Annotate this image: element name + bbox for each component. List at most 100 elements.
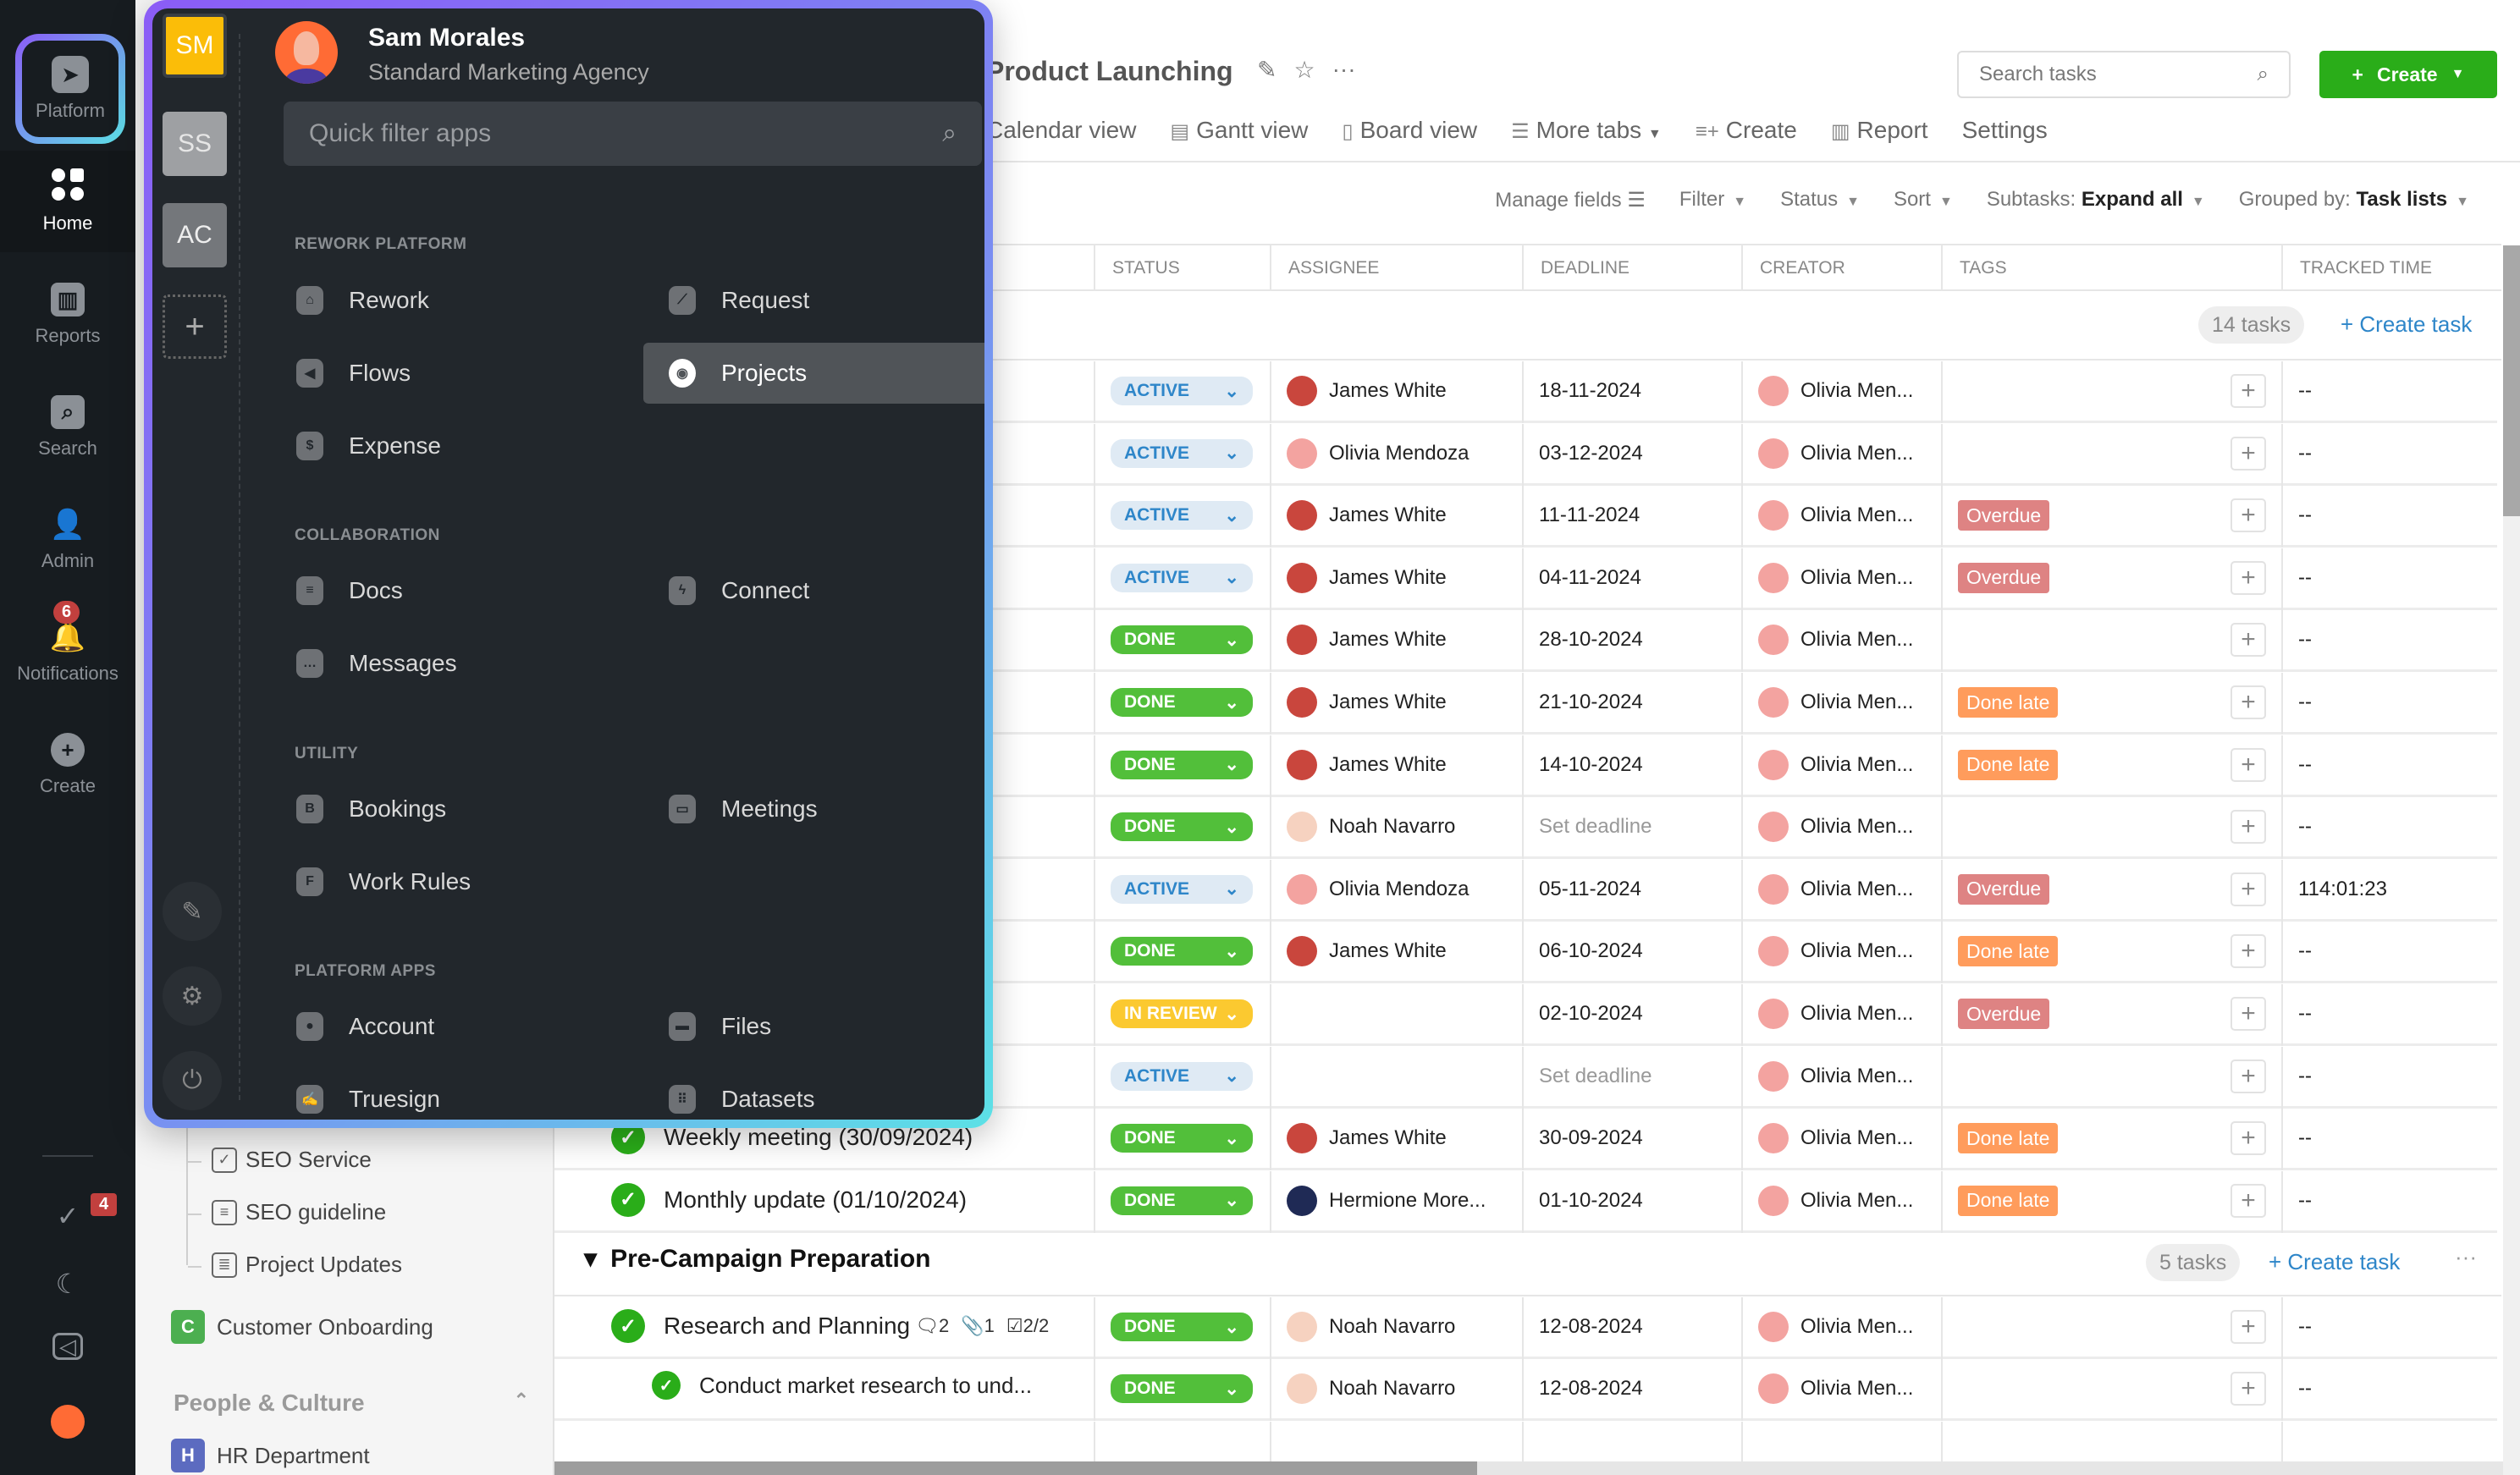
add-tag-button[interactable]: +: [2231, 872, 2266, 906]
assignee-cell[interactable]: Olivia Mendoza: [1287, 860, 1469, 919]
deadline-cell[interactable]: Set deadline: [1539, 1047, 1652, 1106]
add-tag-button[interactable]: +: [2231, 623, 2266, 658]
app-item-connect[interactable]: ϟ Connect: [643, 560, 809, 621]
deadline-cell[interactable]: Set deadline: [1539, 797, 1652, 856]
app-item-meetings[interactable]: ▭ Meetings: [643, 779, 818, 839]
deadline-cell[interactable]: 01-10-2024: [1539, 1171, 1643, 1230]
deadline-cell[interactable]: 12-08-2024: [1539, 1297, 1643, 1357]
grouped-by-dropdown[interactable]: Grouped by: Task lists ▼: [2239, 188, 2469, 212]
nav-item-platform[interactable]: ➤ Platform: [15, 34, 125, 144]
assignee-cell[interactable]: James White: [1287, 548, 1447, 608]
scroll-thumb[interactable]: [554, 1461, 1477, 1475]
add-tag-button[interactable]: +: [2231, 934, 2266, 969]
workspace-ac[interactable]: AC: [163, 203, 227, 267]
status-dropdown[interactable]: ACTIVE ⌄: [1111, 501, 1253, 531]
assignee-cell[interactable]: James White: [1287, 673, 1447, 732]
assignee-cell[interactable]: James White: [1287, 735, 1447, 795]
tag-badge[interactable]: Overdue: [1958, 500, 2050, 531]
status-dropdown[interactable]: DONE ⌄: [1111, 688, 1253, 717]
assignee-cell[interactable]: James White: [1287, 486, 1447, 545]
create-button[interactable]: + Create ▼: [2319, 51, 2497, 98]
check-circle-icon[interactable]: ✓: [611, 1309, 645, 1343]
create-task-link[interactable]: + Create task: [2269, 1249, 2400, 1275]
check-circle-icon[interactable]: ✓: [652, 1371, 681, 1400]
tag-badge[interactable]: Overdue: [1958, 999, 2050, 1029]
tab-create[interactable]: ≡+ Create: [1696, 117, 1797, 144]
add-tag-button[interactable]: +: [2231, 560, 2266, 595]
tag-badge[interactable]: Done late: [1958, 687, 2059, 718]
status-dropdown[interactable]: DONE ⌄: [1111, 1313, 1253, 1341]
nav-item-reports[interactable]: ▥ Reports: [0, 264, 135, 366]
vertical-scrollbar[interactable]: [2503, 245, 2520, 1475]
app-item-bookings[interactable]: B Bookings: [271, 779, 446, 839]
deadline-cell[interactable]: 30-09-2024: [1539, 1109, 1643, 1168]
deadline-cell[interactable]: 11-11-2024: [1539, 486, 1640, 545]
status-dropdown[interactable]: DONE ⌄: [1111, 625, 1253, 655]
add-tag-button[interactable]: +: [2231, 436, 2266, 471]
add-tag-button[interactable]: +: [2231, 374, 2266, 408]
assignee-cell[interactable]: Noah Navarro: [1287, 1359, 1455, 1418]
app-item-docs[interactable]: ≡ Docs: [271, 560, 403, 621]
add-tag-button[interactable]: +: [2231, 685, 2266, 719]
add-tag-button[interactable]: +: [2231, 1183, 2266, 1218]
assignee-cell[interactable]: Noah Navarro: [1287, 1297, 1455, 1357]
project-hr-department[interactable]: H HR Department: [171, 1439, 370, 1472]
column-header-tracked-time[interactable]: TRACKED TIME: [2281, 245, 2501, 291]
gear-icon[interactable]: ⚙: [163, 966, 222, 1026]
assignee-cell[interactable]: James White: [1287, 361, 1447, 421]
app-item-projects[interactable]: ◉ Projects: [643, 343, 984, 404]
moon-icon[interactable]: ☾: [49, 1265, 86, 1302]
deadline-cell[interactable]: 21-10-2024: [1539, 673, 1643, 732]
nav-item-search[interactable]: ⌕ Search: [0, 377, 135, 478]
tree-item-seo-guideline[interactable]: ≡ SEO guideline: [212, 1199, 386, 1225]
status-dropdown[interactable]: DONE ⌄: [1111, 750, 1253, 779]
more-icon[interactable]: ···: [1332, 56, 1356, 84]
search-tasks-input[interactable]: Search tasks ⌕: [1957, 51, 2291, 98]
group-header[interactable]: ▾ Pre-Campaign Preparation: [584, 1244, 931, 1274]
status-dropdown[interactable]: DONE ⌄: [1111, 937, 1253, 966]
tasks-check-icon[interactable]: ✓: [49, 1197, 86, 1235]
tab-gantt-view[interactable]: ▤ Gantt view: [1170, 117, 1308, 144]
app-item-datasets[interactable]: ⠿ Datasets: [643, 1069, 815, 1120]
workspace-ss[interactable]: SS: [163, 112, 227, 176]
add-tag-button[interactable]: +: [2231, 498, 2266, 533]
deadline-cell[interactable]: 02-10-2024: [1539, 984, 1643, 1043]
tag-badge[interactable]: Done late: [1958, 749, 2059, 780]
tag-badge[interactable]: Overdue: [1958, 873, 2050, 905]
status-dropdown[interactable]: Status ▼: [1780, 188, 1860, 212]
nav-item-admin[interactable]: 👤 Admin: [0, 489, 135, 591]
user-avatar[interactable]: [51, 1405, 85, 1439]
sort-dropdown[interactable]: Sort ▼: [1894, 188, 1953, 212]
deadline-cell[interactable]: 03-12-2024: [1539, 424, 1643, 483]
assignee-cell[interactable]: James White: [1287, 1109, 1447, 1168]
column-header-creator[interactable]: CREATOR: [1741, 245, 1941, 291]
app-item-account[interactable]: ● Account: [271, 996, 434, 1057]
status-dropdown[interactable]: ACTIVE ⌄: [1111, 874, 1253, 904]
assignee-cell[interactable]: Hermione More...: [1287, 1171, 1486, 1230]
app-item-truesign[interactable]: ✍ Truesign: [271, 1069, 440, 1120]
create-task-link[interactable]: + Create task: [2341, 311, 2472, 338]
add-tag-button[interactable]: +: [2231, 1059, 2266, 1093]
add-tag-button[interactable]: +: [2231, 810, 2266, 845]
send-icon[interactable]: ◁: [52, 1333, 83, 1360]
status-dropdown[interactable]: ACTIVE ⌄: [1111, 1061, 1253, 1091]
add-workspace-button[interactable]: +: [163, 294, 227, 359]
assignee-cell[interactable]: James White: [1287, 922, 1447, 981]
status-dropdown[interactable]: ACTIVE ⌄: [1111, 563, 1253, 592]
quick-filter-input[interactable]: Quick filter apps ⌕: [284, 102, 982, 166]
status-dropdown[interactable]: DONE ⌄: [1111, 1124, 1253, 1153]
scroll-thumb[interactable]: [2503, 245, 2520, 516]
edit-icon[interactable]: ✎: [1257, 56, 1277, 84]
app-item-request[interactable]: ⟋ Request: [643, 270, 809, 331]
workspace-sm[interactable]: SM: [163, 14, 227, 78]
table-row[interactable]: ✓ Monthly update (01/10/2024) DONE ⌄ Hermion…: [554, 1170, 2497, 1233]
app-item-expense[interactable]: $ Expense: [271, 416, 441, 476]
tag-badge[interactable]: Done late: [1958, 1185, 2059, 1216]
tree-item-project-updates[interactable]: ≣ Project Updates: [212, 1252, 402, 1278]
deadline-cell[interactable]: 14-10-2024: [1539, 735, 1643, 795]
section-people-culture[interactable]: People & Culture ⌃: [174, 1390, 529, 1417]
manage-fields-button[interactable]: Manage fields ☰: [1495, 188, 1646, 212]
star-icon[interactable]: ☆: [1293, 56, 1315, 84]
add-tag-button[interactable]: +: [2231, 1310, 2266, 1344]
app-item-messages[interactable]: … Messages: [271, 633, 457, 694]
